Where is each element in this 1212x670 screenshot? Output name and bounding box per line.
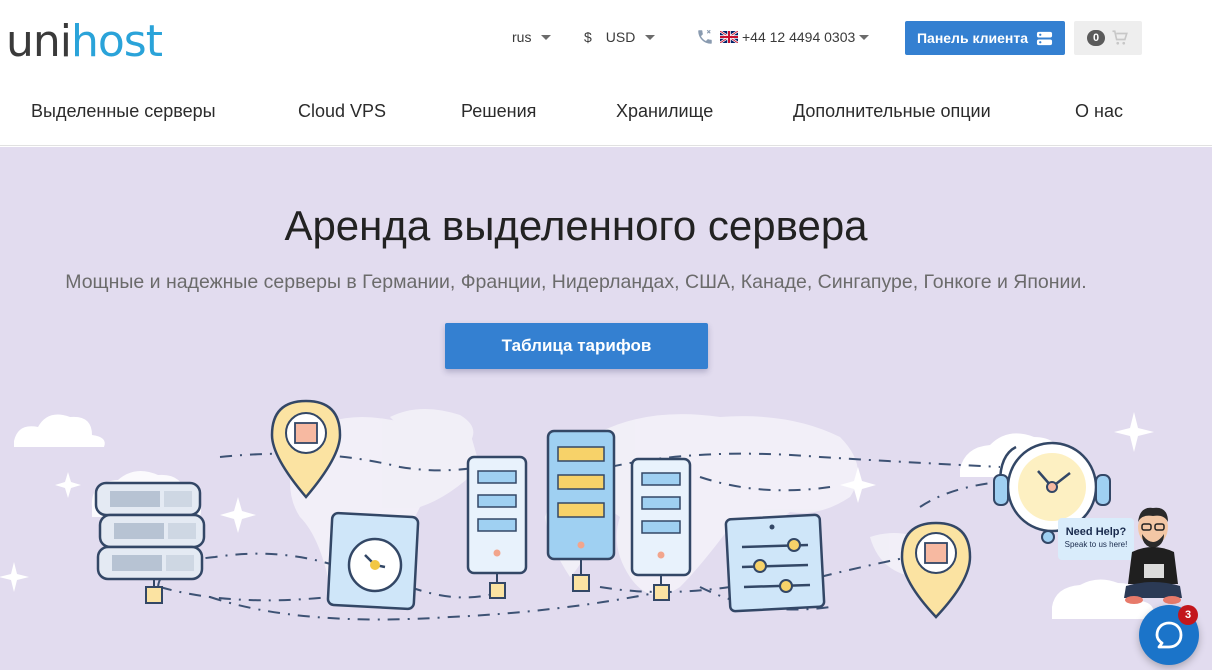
language-value: rus xyxy=(512,29,532,45)
nav-item-cloud-vps[interactable]: Cloud VPS xyxy=(298,80,386,142)
header: unihost rus $ USD +44 12 4494 0303 Панел… xyxy=(0,0,1212,80)
server-stack-icon xyxy=(94,481,206,604)
chevron-down-icon xyxy=(645,34,656,40)
client-panel-label: Панель клиента xyxy=(916,30,1029,46)
nav-item-storage[interactable]: Хранилище xyxy=(616,80,713,142)
clock-box-icon xyxy=(326,511,420,611)
hero-section: Аренда выделенного сервера Мощные и наде… xyxy=(0,147,1212,670)
language-selector[interactable]: rus xyxy=(512,27,552,47)
unihost-logo[interactable]: unihost xyxy=(6,14,163,70)
cart-count-badge: 0 xyxy=(1086,30,1106,46)
support-agent-avatar[interactable] xyxy=(1122,506,1184,606)
nav-item-dedicated-servers[interactable]: Выделенные серверы xyxy=(31,80,216,142)
chevron-down-icon xyxy=(859,34,870,40)
logo-text-host: host xyxy=(71,16,163,67)
nav-item-additional-options[interactable]: Дополнительные опции xyxy=(793,80,991,142)
currency-value: USD xyxy=(605,29,636,45)
hero-subtitle: Мощные и надежные серверы в Германии, Фр… xyxy=(65,271,1087,293)
nav-item-about[interactable]: О нас xyxy=(1075,80,1123,142)
tariffs-table-button[interactable]: Таблица тарифов xyxy=(445,323,708,369)
network-illustration xyxy=(0,399,1154,621)
logo-text-uni: uni xyxy=(6,16,72,67)
location-pin-icon xyxy=(900,521,972,619)
tower-server-icon xyxy=(546,429,616,592)
client-panel-button[interactable]: Панель клиента xyxy=(905,21,1065,55)
cart-button[interactable]: 0 xyxy=(1074,21,1142,55)
nav-item-solutions[interactable]: Решения xyxy=(461,80,536,142)
uk-flag-icon xyxy=(720,31,738,43)
unread-count-badge: 3 xyxy=(1178,605,1198,625)
currency-symbol: $ xyxy=(584,29,592,45)
currency-selector[interactable]: $ USD xyxy=(584,27,656,47)
chevron-down-icon xyxy=(541,34,552,40)
hero-title: Аренда выделенного сервера xyxy=(284,202,868,249)
phone-icon xyxy=(698,29,712,44)
shopping-cart-icon xyxy=(1112,30,1128,45)
settings-sliders-icon xyxy=(724,513,826,613)
phone-selector[interactable]: +44 12 4494 0303 xyxy=(696,27,870,47)
server-icon xyxy=(1036,31,1053,45)
phone-number: +44 12 4494 0303 xyxy=(742,29,856,45)
main-nav: Выделенные серверы Cloud VPS Решения Хра… xyxy=(0,80,1212,146)
chat-bubble-icon xyxy=(1155,621,1183,649)
tower-server-icon xyxy=(466,455,528,599)
